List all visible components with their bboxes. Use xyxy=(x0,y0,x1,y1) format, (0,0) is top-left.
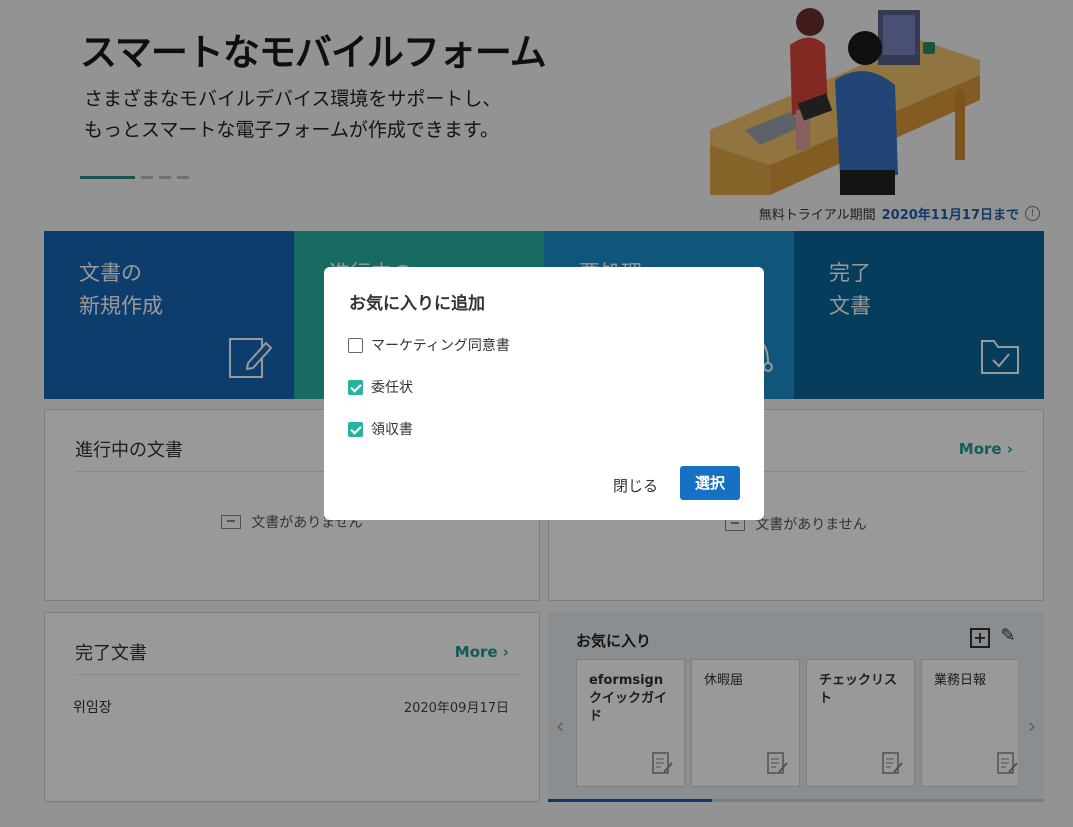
select-button[interactable]: 選択 xyxy=(680,466,740,500)
checkbox[interactable] xyxy=(348,337,363,353)
add-favorite-dialog: お気に入りに追加 マーケティング同意書 委任状 領収書 閉じる 選択 xyxy=(324,267,764,520)
close-button[interactable]: 閉じる xyxy=(613,475,658,496)
dialog-title: お気に入りに追加 xyxy=(349,294,485,314)
option-power-of-attorney[interactable]: 委任状 xyxy=(348,377,413,397)
option-receipt[interactable]: 領収書 xyxy=(348,419,413,439)
option-label: 領収書 xyxy=(371,422,413,438)
checkbox[interactable] xyxy=(348,379,363,395)
checkbox[interactable] xyxy=(348,421,363,437)
option-label: 委任状 xyxy=(371,380,413,396)
option-label: マーケティング同意書 xyxy=(371,338,510,354)
option-marketing-consent[interactable]: マーケティング同意書 xyxy=(348,335,510,355)
